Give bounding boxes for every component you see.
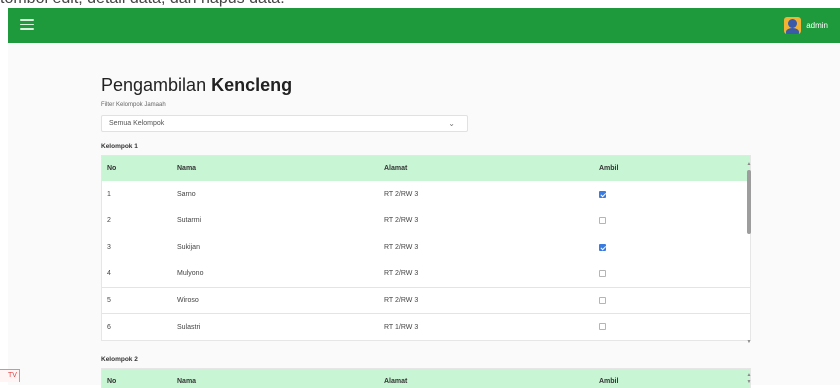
table-row: 5 Wiroso RT 2/RW 3 [102, 287, 750, 314]
cell-nama: Sulastri [177, 323, 201, 331]
menu-icon[interactable] [20, 19, 34, 31]
group-2-scrollbar[interactable]: ▲ ▼ [746, 372, 752, 385]
ambil-checkbox[interactable] [599, 323, 606, 331]
user-name: admin [806, 21, 828, 30]
col-header-no: No [107, 378, 117, 385]
page-title: Pengambilan Kencleng [101, 75, 292, 96]
cell-nama: Sukijan [177, 243, 200, 251]
caption-text: tombol edit, detail data, dan hapus data… [0, 0, 285, 8]
filter-selected-value: Semua Kelompok [109, 120, 165, 127]
table-header-row: No Nama Alamat Ambil [102, 369, 750, 388]
members-table: No Nama Alamat Ambil [102, 369, 750, 388]
corner-badge: TV [0, 369, 20, 382]
avatar [784, 17, 802, 34]
col-header-ambil: Ambil [599, 165, 619, 172]
group-label: Kelompok 2 [101, 356, 138, 363]
page-title-bold: Kencleng [211, 75, 293, 95]
cell-alamat: RT 2/RW 3 [384, 190, 419, 198]
chevron-down-icon: ⌄ [448, 119, 455, 128]
col-header-alamat: Alamat [384, 165, 408, 172]
cell-nama: Sutarmi [177, 217, 202, 225]
top-navbar: admin [8, 8, 840, 43]
cell-nama: Mulyono [177, 270, 204, 277]
table-row: 6 Sulastri RT 1/RW 3 [102, 314, 750, 341]
filter-label: Filter Kelompok Jamaah [101, 102, 166, 108]
table-row: 4 Mulyono RT 2/RW 3 [102, 261, 750, 287]
cell-no: 5 [107, 296, 111, 304]
cell-alamat: RT 2/RW 3 [384, 217, 419, 225]
col-header-nama: Nama [177, 378, 197, 385]
scroll-up-icon[interactable]: ▲ [746, 161, 752, 167]
scroll-thumb[interactable] [747, 170, 751, 234]
ambil-checkbox[interactable] [599, 217, 606, 225]
members-table: No Nama Alamat Ambil 1 Sarno RT 2/RW 3 2… [102, 156, 750, 340]
user-menu[interactable]: admin [784, 17, 828, 34]
ambil-checkbox[interactable] [599, 296, 606, 304]
table-header-row: No Nama Alamat Ambil [102, 156, 750, 181]
cell-alamat: RT 2/RW 3 [384, 296, 419, 304]
scroll-down-icon[interactable]: ▼ [746, 339, 752, 345]
group-filter-select[interactable]: Semua Kelompok ⌄ [101, 115, 468, 132]
main-content: Pengambilan Kencleng Filter Kelompok Jam… [8, 43, 840, 388]
cell-no: 3 [107, 243, 111, 251]
group-1-scrollbar[interactable]: ▲ ▼ [746, 161, 752, 345]
scroll-down-icon[interactable]: ▼ [746, 379, 752, 385]
group-2-table: No Nama Alamat Ambil [101, 368, 751, 388]
table-row: 1 Sarno RT 2/RW 3 [102, 181, 750, 208]
cell-no: 2 [107, 217, 111, 225]
cell-alamat: RT 1/RW 3 [384, 323, 419, 331]
scroll-up-icon[interactable]: ▲ [746, 372, 752, 378]
caption-strip: tombol edit, detail data, dan hapus data… [0, 0, 840, 8]
cell-alamat: RT 2/RW 3 [384, 243, 419, 251]
table-row: 3 Sukijan RT 2/RW 3 [102, 234, 750, 261]
cell-no: 4 [107, 270, 111, 277]
cell-nama: Sarno [177, 190, 196, 198]
ambil-checkbox[interactable] [599, 243, 606, 251]
col-header-no: No [107, 165, 117, 172]
ambil-checkbox[interactable] [599, 190, 606, 198]
cell-no: 6 [107, 323, 111, 331]
cell-alamat: RT 2/RW 3 [384, 270, 419, 277]
col-header-ambil: Ambil [599, 378, 619, 385]
group-1-table: No Nama Alamat Ambil 1 Sarno RT 2/RW 3 2… [101, 155, 751, 341]
group-label: Kelompok 1 [101, 143, 138, 150]
cell-nama: Wiroso [177, 296, 199, 304]
col-header-nama: Nama [177, 165, 197, 172]
table-row: 2 Sutarmi RT 2/RW 3 [102, 208, 750, 235]
ambil-checkbox[interactable] [599, 269, 606, 277]
cell-no: 1 [107, 190, 111, 198]
page-title-prefix: Pengambilan [101, 75, 207, 95]
col-header-alamat: Alamat [384, 378, 408, 385]
